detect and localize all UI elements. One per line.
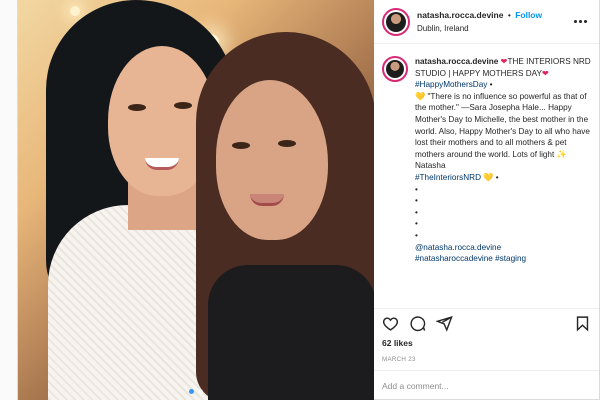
- hashtag-link[interactable]: #TheInteriorsNRD: [415, 173, 481, 182]
- page: natasha.rocca.devine • Follow Dublin, Ir…: [0, 0, 600, 400]
- bookmark-icon[interactable]: [574, 315, 591, 332]
- red-heart-emoji: ❤: [541, 68, 549, 78]
- comment-bubble-icon[interactable]: [409, 315, 426, 332]
- mention-link[interactable]: @natasha.rocca.devine: [415, 243, 501, 252]
- heart-outline-icon[interactable]: [382, 315, 399, 332]
- avatar[interactable]: [382, 7, 410, 36]
- yellow-heart-emoji: 💛: [483, 172, 494, 182]
- more-options-icon[interactable]: [569, 12, 591, 32]
- woman-right-top: [208, 265, 374, 400]
- post-card: natasha.rocca.devine • Follow Dublin, Ir…: [17, 0, 600, 400]
- caption-dot: •: [415, 230, 418, 240]
- caption-dot: •: [415, 219, 418, 229]
- carousel-dot[interactable]: [189, 389, 194, 394]
- post-sidebar: natasha.rocca.devine • Follow Dublin, Ir…: [374, 0, 599, 400]
- caption-signature: Natasha: [415, 161, 446, 171]
- caption-dot: •: [415, 207, 418, 217]
- caption-dot: •: [415, 196, 418, 206]
- caption-dot: •: [415, 184, 418, 194]
- caption-username[interactable]: natasha.rocca.devine: [415, 57, 498, 66]
- hashtag-link[interactable]: #natasharoccadevine #staging: [415, 254, 526, 263]
- caption: natasha.rocca.devine ❤THE INTERIORS NRD …: [374, 44, 599, 308]
- action-bar: [374, 308, 599, 338]
- post-photo[interactable]: [18, 0, 374, 400]
- caption-body: "There is no influence so powerful as th…: [415, 91, 590, 159]
- paper-plane-icon[interactable]: [436, 315, 453, 332]
- post-header: natasha.rocca.devine • Follow Dublin, Ir…: [374, 0, 599, 44]
- location-link[interactable]: Dublin, Ireland: [417, 22, 562, 35]
- ceiling-light: [70, 6, 80, 16]
- comment-input[interactable]: [382, 380, 591, 391]
- caption-bullet: •: [495, 172, 499, 182]
- woman-right-face: [216, 80, 328, 240]
- yellow-heart-emoji: 💛: [415, 91, 426, 101]
- username-link[interactable]: natasha.rocca.devine: [417, 10, 503, 20]
- caption-bullet: •: [489, 80, 493, 90]
- carousel-indicator: [18, 389, 374, 394]
- carousel-dot[interactable]: [198, 389, 203, 394]
- separator: •: [507, 9, 511, 20]
- avatar[interactable]: [382, 56, 408, 82]
- follow-button[interactable]: Follow: [515, 10, 542, 20]
- post-date[interactable]: MARCH 23: [374, 352, 599, 370]
- hashtag-link[interactable]: #HappyMothersDay: [415, 80, 487, 89]
- comment-box: [374, 370, 599, 400]
- caption-text: natasha.rocca.devine ❤THE INTERIORS NRD …: [415, 56, 591, 308]
- sparkle-emoji: ✨: [556, 149, 567, 159]
- likes-count[interactable]: 62 likes: [374, 338, 599, 352]
